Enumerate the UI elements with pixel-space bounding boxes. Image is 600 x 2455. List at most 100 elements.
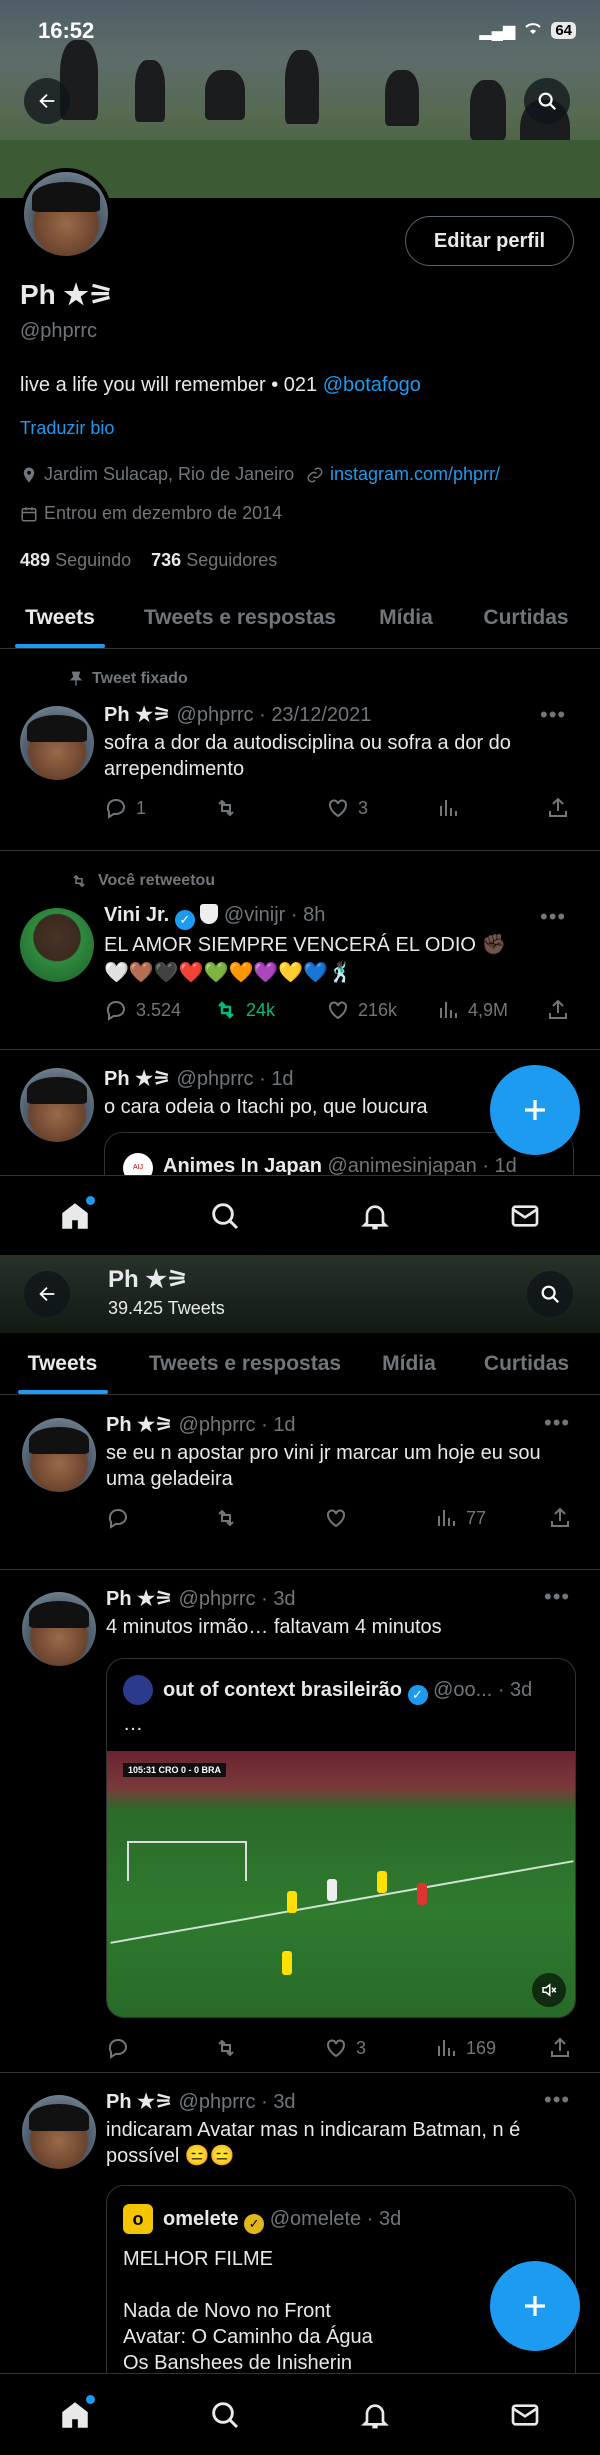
profile-avatar[interactable] bbox=[20, 168, 112, 260]
tweet-avatar[interactable] bbox=[22, 1592, 96, 1666]
tweet-avatar[interactable] bbox=[22, 2095, 96, 2169]
retweeted-tweet[interactable]: Você retweetou Vini Jr. ✓ @vinijr · 8h •… bbox=[0, 852, 600, 1049]
back-button[interactable] bbox=[24, 1271, 70, 1317]
quoted-header: omelete ✓ @omelete · 3d bbox=[163, 2208, 401, 2234]
reply-button[interactable]: 3.524 bbox=[104, 998, 214, 1022]
tweet-avatar[interactable] bbox=[20, 1068, 94, 1142]
reply-button[interactable] bbox=[106, 1506, 214, 1530]
nav-home[interactable] bbox=[53, 2393, 97, 2437]
share-button[interactable] bbox=[546, 998, 570, 1022]
nav-search[interactable] bbox=[203, 1194, 247, 1238]
edit-profile-button[interactable]: Editar perfil bbox=[405, 216, 574, 266]
back-button[interactable] bbox=[24, 78, 70, 124]
more-options-icon[interactable]: ••• bbox=[540, 904, 566, 930]
views-icon bbox=[438, 2040, 455, 2056]
like-button[interactable]: 3 bbox=[324, 2036, 434, 2060]
mute-toggle[interactable] bbox=[532, 1973, 566, 2007]
player bbox=[417, 1883, 427, 1905]
quoted-header: Animes In Japan @animesinjapan · 1d bbox=[163, 1155, 517, 1175]
retweet-icon bbox=[218, 1001, 234, 1019]
heart-icon bbox=[327, 1509, 345, 1528]
following-label: Seguindo bbox=[55, 550, 132, 570]
retweet-button[interactable]: 24k bbox=[214, 998, 326, 1022]
share-icon bbox=[551, 1507, 569, 1527]
status-icons: ▂▄▆ 64 bbox=[479, 20, 576, 41]
tab-likes[interactable]: Curtidas bbox=[452, 587, 600, 648]
mail-icon bbox=[511, 2403, 539, 2426]
location-pin-icon bbox=[23, 467, 35, 482]
tweet[interactable]: Ph ★⚞ @phprrc · 3d ••• 4 minutos irmão… … bbox=[0, 1570, 600, 2072]
tweet-actions: 3.524 24k 216k 4,9M bbox=[104, 998, 574, 1022]
tweet-author-name: Ph ★⚞ bbox=[104, 1068, 171, 1090]
retweet-icon bbox=[218, 1509, 234, 1527]
retweet-count: 24k bbox=[246, 999, 276, 1020]
tweet-actions: 77 bbox=[106, 1506, 576, 1530]
quoted-avatar: AIJ bbox=[123, 1153, 153, 1175]
reply-button[interactable]: 1 bbox=[104, 796, 214, 820]
tweet-author-name: Ph ★⚞ bbox=[106, 1588, 173, 1610]
nav-home[interactable] bbox=[53, 1194, 97, 1238]
tweet[interactable]: Ph ★⚞ @phprrc · 1d ••• se eu n apostar p… bbox=[0, 1396, 600, 1569]
search-button[interactable] bbox=[524, 78, 570, 124]
tweet-author-name: Ph ★⚞ bbox=[104, 704, 171, 726]
share-button[interactable] bbox=[548, 2036, 572, 2060]
share-button[interactable] bbox=[546, 796, 570, 820]
tab-tweets-replies[interactable]: Tweets e respostas bbox=[120, 587, 360, 648]
tweet-avatar[interactable] bbox=[20, 908, 94, 982]
more-options-icon[interactable]: ••• bbox=[544, 1410, 570, 1436]
pinned-label: Tweet fixado bbox=[92, 670, 188, 687]
tweet-header: Ph ★⚞ @phprrc · 3d bbox=[106, 2089, 296, 2114]
bell-icon bbox=[361, 1204, 389, 1229]
tab-media[interactable]: Mídia bbox=[360, 587, 452, 648]
tab-media[interactable]: Mídia bbox=[365, 1333, 453, 1394]
compose-tweet-button[interactable] bbox=[490, 1065, 580, 1155]
tab-tweets-replies[interactable]: Tweets e respostas bbox=[125, 1333, 365, 1394]
share-button[interactable] bbox=[548, 1506, 572, 1530]
views-button[interactable]: 4,9M bbox=[436, 998, 546, 1022]
views-icon bbox=[438, 1510, 455, 1526]
nav-messages[interactable] bbox=[503, 1194, 547, 1238]
followers-label: Seguidores bbox=[186, 550, 278, 570]
following-link[interactable]: 489 Seguindo bbox=[20, 550, 131, 570]
profile-tabs: Tweets Tweets e respostas Mídia Curtidas bbox=[0, 1333, 600, 1395]
search-button[interactable] bbox=[527, 1271, 573, 1317]
quoted-tweet[interactable]: out of context brasileirão ✓ @oo... · 3d… bbox=[106, 1658, 576, 2018]
compose-tweet-button[interactable] bbox=[490, 2261, 580, 2351]
search-icon bbox=[212, 1202, 239, 1229]
tweet-avatar[interactable] bbox=[20, 706, 94, 780]
tab-likes[interactable]: Curtidas bbox=[453, 1333, 600, 1394]
views-button[interactable]: 77 bbox=[434, 1506, 548, 1530]
translate-bio-link[interactable]: Traduzir bio bbox=[20, 418, 114, 439]
more-options-icon[interactable]: ••• bbox=[544, 2087, 570, 2113]
bio-mention-link[interactable]: @botafogo bbox=[323, 374, 421, 396]
like-button[interactable] bbox=[324, 1506, 434, 1530]
followers-link[interactable]: 736 Seguidores bbox=[151, 550, 277, 570]
tab-tweets[interactable]: Tweets bbox=[0, 1333, 125, 1394]
views-button[interactable]: 169 bbox=[434, 2036, 548, 2060]
nav-notifications[interactable] bbox=[353, 1194, 397, 1238]
like-button[interactable]: 3 bbox=[326, 796, 436, 820]
retweet-button[interactable] bbox=[214, 1506, 324, 1530]
nav-search[interactable] bbox=[203, 2393, 247, 2437]
retweet-button[interactable] bbox=[214, 2036, 324, 2060]
tweet-avatar[interactable] bbox=[22, 1418, 96, 1492]
tab-tweets[interactable]: Tweets bbox=[0, 587, 120, 648]
nav-notifications[interactable] bbox=[353, 2393, 397, 2437]
quoted-author-name: Animes In Japan bbox=[163, 1155, 322, 1175]
pinned-tweet[interactable]: Tweet fixado Ph ★⚞ @phprrc · 23/12/2021 … bbox=[0, 650, 600, 850]
plus-icon bbox=[525, 1100, 545, 1120]
quoted-avatar bbox=[123, 1675, 153, 1705]
quoted-avatar: o bbox=[123, 2204, 153, 2234]
verified-badge-icon: ✓ bbox=[407, 1685, 428, 1705]
retweet-button[interactable] bbox=[214, 796, 326, 820]
nav-messages[interactable] bbox=[503, 2393, 547, 2437]
views-button[interactable] bbox=[436, 796, 546, 820]
website-link[interactable]: instagram.com/phprr/ bbox=[330, 464, 500, 485]
video-thumbnail[interactable]: 105:31 CRO 0 - 0 BRA bbox=[107, 1751, 575, 2017]
search-icon bbox=[541, 1285, 560, 1304]
reply-button[interactable] bbox=[106, 2036, 214, 2060]
profile-website[interactable]: instagram.com/phprr/ bbox=[306, 464, 500, 485]
more-options-icon[interactable]: ••• bbox=[540, 702, 566, 728]
more-options-icon[interactable]: ••• bbox=[544, 1584, 570, 1610]
like-button[interactable]: 216k bbox=[326, 998, 436, 1022]
